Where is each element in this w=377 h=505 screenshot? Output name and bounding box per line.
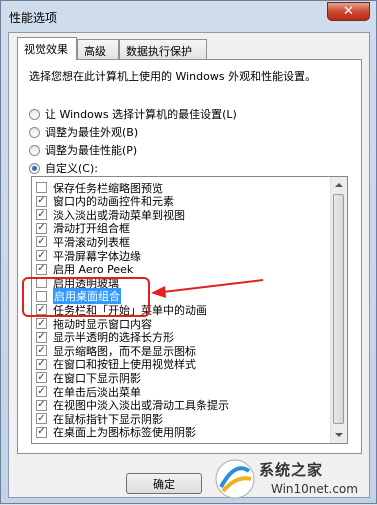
annotation-arrow-icon bbox=[151, 279, 264, 298]
watermark-site: Win10net.com bbox=[271, 482, 358, 496]
ok-button[interactable]: 确定 bbox=[126, 473, 202, 494]
tab-visual-effects[interactable]: 视觉效果 bbox=[17, 37, 77, 60]
performance-options-window: 性能选项 ✕ 视觉效果 高级 数据执行保护 选择您想在此计算机上使用的 Wind… bbox=[0, 0, 377, 504]
watermark-brand: 系统之家 bbox=[259, 461, 324, 479]
tab-label: 视觉效果 bbox=[24, 43, 68, 56]
watermark-logo-icon bbox=[215, 459, 255, 499]
watermark-logo: 系统之家 Win10net.com bbox=[211, 455, 376, 503]
